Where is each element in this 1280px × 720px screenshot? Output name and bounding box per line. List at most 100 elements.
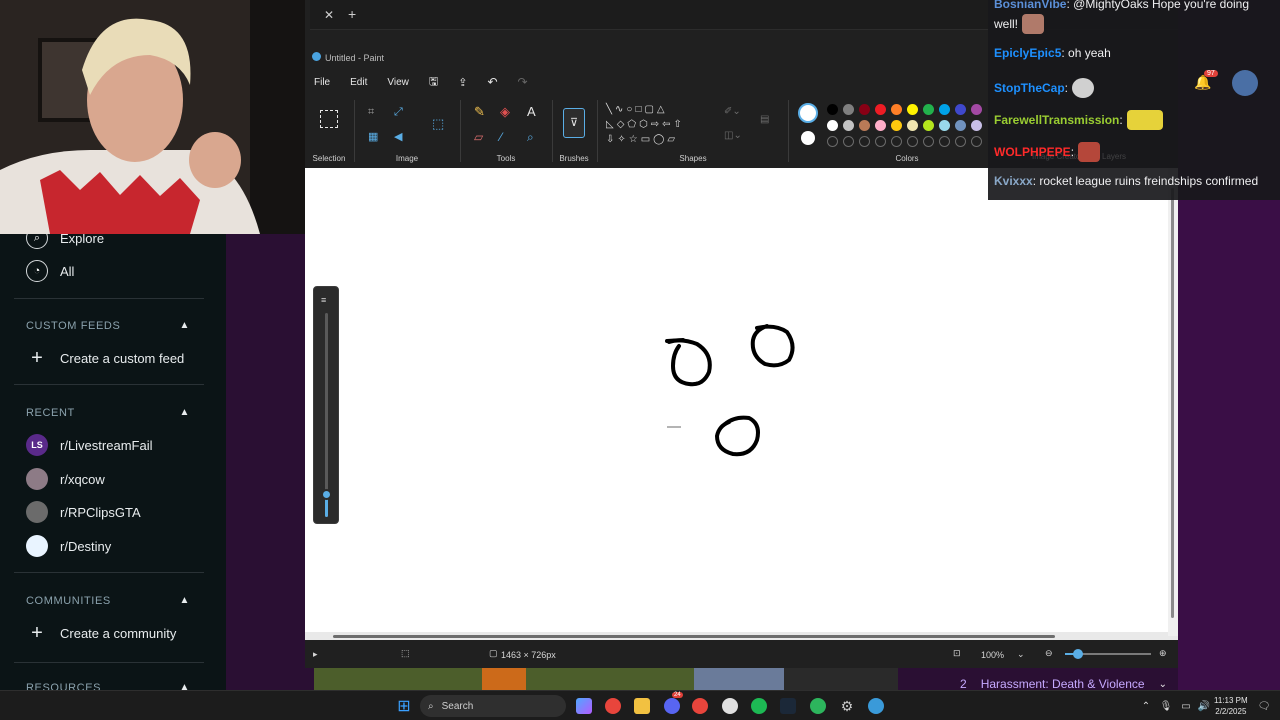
pencil-icon[interactable]: ✎: [474, 104, 485, 120]
new-tab-icon[interactable]: +: [348, 6, 356, 22]
custom-color-slot[interactable]: [875, 136, 886, 147]
brushes-button[interactable]: ⊽: [563, 108, 585, 138]
fill-icon[interactable]: ◈: [500, 104, 510, 120]
sidebar-item-all[interactable]: ◔ All: [26, 259, 74, 283]
microphone-icon[interactable]: 🎙: [1158, 698, 1174, 714]
taskbar-search[interactable]: ⌕ Search: [420, 695, 566, 717]
notification-bell[interactable]: 🔔 97: [1194, 70, 1218, 94]
chevron-down-icon[interactable]: ⌄: [1159, 679, 1167, 690]
shape-style-icon[interactable]: ▤: [760, 114, 769, 125]
zoom-out-icon[interactable]: ⊖: [1045, 648, 1053, 659]
discord-icon[interactable]: 24: [664, 692, 683, 714]
zoom-in-icon[interactable]: ⊕: [1159, 648, 1167, 659]
avatar[interactable]: [1232, 70, 1258, 96]
chat-username[interactable]: FarewellTransmission: [994, 113, 1119, 127]
obs-icon[interactable]: [722, 698, 738, 714]
redo-icon[interactable]: ↷: [518, 75, 528, 89]
steam-icon[interactable]: [780, 698, 796, 714]
network-icon[interactable]: ▭: [1178, 698, 1194, 714]
chevron-down-icon[interactable]: ⌄: [1017, 649, 1025, 660]
color-swatch[interactable]: [971, 104, 982, 115]
paint-taskbar-icon[interactable]: [868, 698, 884, 714]
zoom-level[interactable]: 100%: [981, 650, 1004, 660]
scroll-thumb[interactable]: [333, 635, 1055, 638]
select-all-icon[interactable]: ▦: [368, 130, 378, 143]
color-swatch[interactable]: [955, 120, 966, 131]
text-icon[interactable]: A: [527, 104, 536, 119]
recent-item-livestreamfail[interactable]: LS r/LivestreamFail: [26, 433, 152, 457]
color-swatch[interactable]: [827, 104, 838, 115]
vertical-scrollbar[interactable]: [1168, 168, 1178, 636]
chat-username[interactable]: BosnianVibe: [994, 0, 1066, 11]
color-swatch[interactable]: [843, 104, 854, 115]
chat-username[interactable]: StopTheCap: [994, 81, 1065, 95]
chrome-icon[interactable]: [605, 698, 621, 714]
chat-username[interactable]: EpiclyEpic5: [994, 46, 1061, 60]
color-swatch[interactable]: [955, 104, 966, 115]
selection-tool-button[interactable]: [320, 110, 338, 128]
chat-username[interactable]: WOLPHPEPE: [994, 145, 1071, 159]
start-menu-icon[interactable]: ⊞: [396, 698, 412, 715]
custom-color-slot[interactable]: [939, 136, 950, 147]
color-swatch[interactable]: [907, 104, 918, 115]
recent-heading[interactable]: RECENT ▲: [26, 407, 190, 419]
color-swatch[interactable]: [891, 120, 902, 131]
chrome-profile-icon[interactable]: [692, 698, 708, 714]
recent-item-rpclipsgta[interactable]: r/RPClipsGTA: [26, 500, 141, 524]
custom-color-slot[interactable]: [843, 136, 854, 147]
resize-icon[interactable]: ⤢: [394, 106, 403, 119]
create-community-button[interactable]: + Create a community: [26, 621, 176, 645]
menu-edit[interactable]: Edit: [350, 77, 367, 88]
settings-icon[interactable]: ⚙: [839, 698, 855, 714]
volume-icon[interactable]: 🔊: [1196, 698, 1212, 714]
custom-color-slot[interactable]: [827, 136, 838, 147]
zoom-slider-thumb[interactable]: [1073, 649, 1083, 659]
color-swatch[interactable]: [875, 104, 886, 115]
custom-color-slot[interactable]: [891, 136, 902, 147]
communities-heading[interactable]: COMMUNITIES ▲: [26, 595, 190, 607]
color-swatch[interactable]: [859, 104, 870, 115]
share-icon[interactable]: ⇪: [458, 76, 467, 89]
custom-color-slot[interactable]: [859, 136, 870, 147]
custom-color-slot[interactable]: [955, 136, 966, 147]
color-swatch[interactable]: [939, 104, 950, 115]
menu-view[interactable]: View: [387, 77, 409, 88]
xbox-icon[interactable]: [810, 698, 826, 714]
magnifier-icon[interactable]: ⌕: [527, 130, 534, 145]
spotify-icon[interactable]: [751, 698, 767, 714]
recent-item-destiny[interactable]: r/Destiny: [26, 534, 111, 558]
custom-color-slot[interactable]: [907, 136, 918, 147]
undo-icon[interactable]: ↶: [487, 75, 497, 89]
color-swatch[interactable]: [843, 120, 854, 131]
color-swatch[interactable]: [939, 120, 950, 131]
horizontal-scrollbar[interactable]: [305, 632, 1178, 640]
save-icon[interactable]: 🖫: [429, 73, 438, 92]
rotate-icon[interactable]: ◀: [394, 130, 402, 143]
create-custom-feed-button[interactable]: + Create a custom feed: [26, 346, 184, 370]
custom-color-slot[interactable]: [923, 136, 934, 147]
custom-feeds-heading[interactable]: CUSTOM FEEDS ▲: [26, 320, 190, 332]
color-picker-icon[interactable]: ⁄: [500, 130, 502, 144]
chat-username[interactable]: Kvixxx: [994, 174, 1033, 188]
color-swatch[interactable]: [875, 120, 886, 131]
outline-dropdown-icon[interactable]: ✐⌄: [724, 106, 741, 117]
scroll-thumb[interactable]: [1171, 188, 1174, 618]
recent-item-xqcow[interactable]: r/xqcow: [26, 467, 105, 491]
brush-size-slider[interactable]: ≡: [313, 286, 339, 524]
chevron-up-icon[interactable]: ⌃: [1138, 698, 1154, 714]
color-swatch[interactable]: [907, 120, 918, 131]
fill-dropdown-icon[interactable]: ◫⌄: [724, 130, 742, 141]
color-swatch[interactable]: [971, 120, 982, 131]
custom-color-slot[interactable]: [971, 136, 982, 147]
color-swatch[interactable]: [827, 120, 838, 131]
color-swatch[interactable]: [891, 104, 902, 115]
image-creator-icon[interactable]: ⬚: [432, 116, 444, 132]
crop-icon[interactable]: ⌗: [368, 106, 374, 119]
secondary-color[interactable]: [801, 131, 815, 145]
clock[interactable]: 11:13 PM 2/2/2025: [1214, 695, 1248, 717]
copilot-icon[interactable]: [576, 698, 592, 714]
color-swatch[interactable]: [923, 120, 934, 131]
primary-color[interactable]: [798, 103, 818, 123]
drawing-canvas[interactable]: [305, 168, 1178, 636]
color-swatch[interactable]: [859, 120, 870, 131]
